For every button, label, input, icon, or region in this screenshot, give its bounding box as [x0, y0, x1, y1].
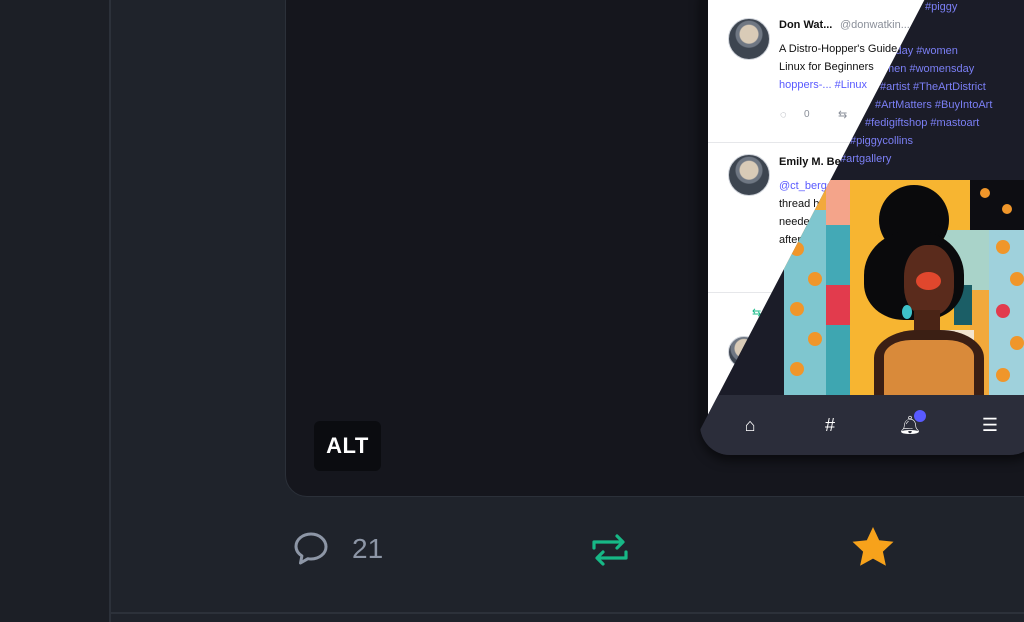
- star-icon: [852, 527, 894, 566]
- hashtag: men #womensday: [885, 63, 975, 75]
- media-image-phone: Don Wat... @donwatkin... A Distro-Hopper…: [700, 0, 1024, 455]
- reply-button[interactable]: 21: [292, 530, 383, 568]
- avatar: [728, 18, 770, 60]
- notification-dot: [914, 409, 926, 422]
- hashtag: #fedigiftshop #mastoart: [865, 117, 980, 129]
- alt-text-button[interactable]: ALT: [314, 421, 381, 471]
- post-link: hoppers-... #Linux: [779, 79, 868, 91]
- reply-icon-small: ◌: [780, 109, 787, 121]
- hashtag: #ArtMatters #BuyIntoArt: [875, 99, 993, 111]
- list-icon: ☰: [981, 414, 999, 435]
- post-text: A Distro-Hopper's Guide: [779, 43, 898, 55]
- repeat-icon: [592, 534, 628, 566]
- hashtag: #piggy: [925, 1, 958, 13]
- reply-count: 21: [352, 533, 384, 564]
- hashtag: #piggycollins: [850, 135, 913, 147]
- boost-button[interactable]: [590, 530, 630, 570]
- bell-icon: 🔔︎: [895, 409, 926, 436]
- avatar: [728, 154, 770, 196]
- phone-bottom-nav: ⌂ # 🔔︎ ☰: [700, 395, 1024, 455]
- home-icon: ⌂: [744, 414, 756, 435]
- artwork-image: [784, 180, 1024, 395]
- hashtag: #artist #TheArtDistrict: [880, 81, 986, 93]
- post-author: Don Wat...: [779, 19, 833, 31]
- reply-icon: [294, 532, 328, 565]
- divider: [111, 612, 1024, 614]
- hashtag: #artgallery: [840, 153, 892, 165]
- left-column: [0, 0, 111, 622]
- favourite-button[interactable]: [850, 524, 896, 570]
- post-handle: @donwatkin...: [840, 19, 910, 31]
- boost-icon-small: ⇆: [838, 109, 848, 121]
- post-text: Linux for Beginners: [779, 61, 874, 73]
- hashtag-icon: #: [824, 414, 835, 435]
- reply-count-small: 0: [804, 109, 810, 120]
